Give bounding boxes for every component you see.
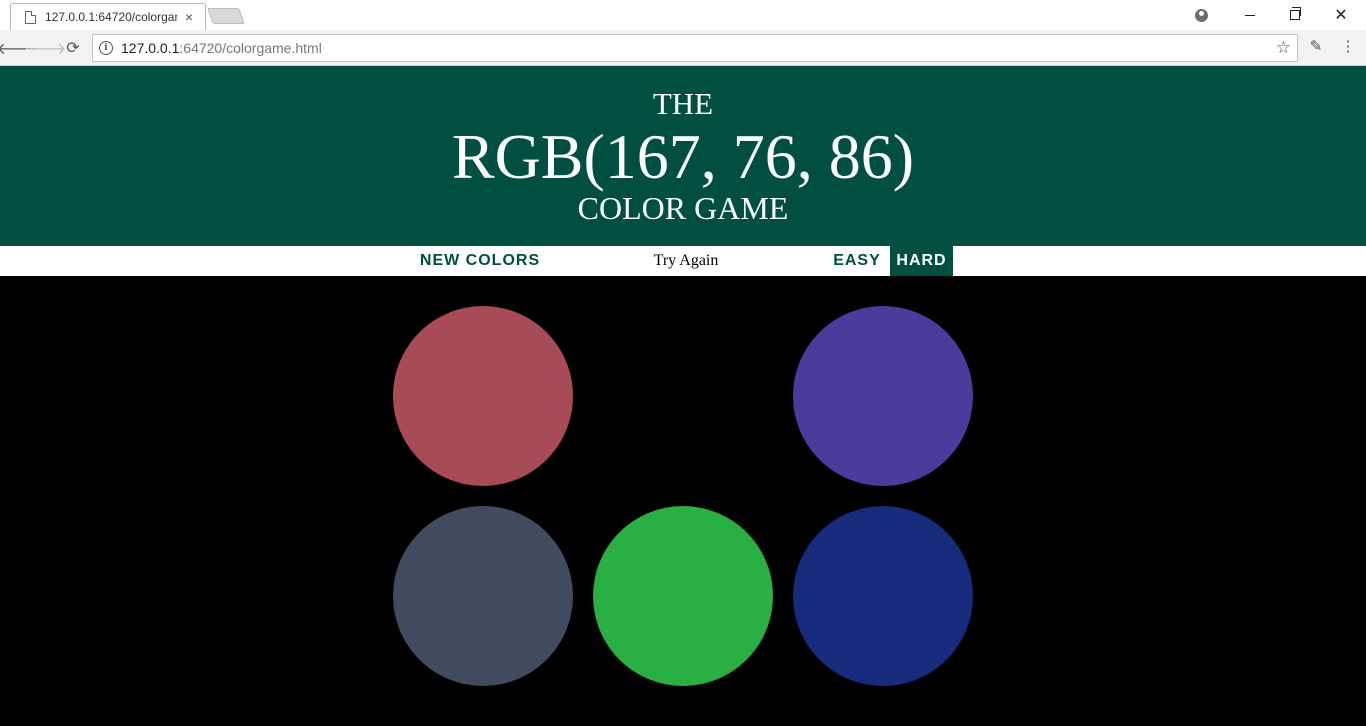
new-tab-button[interactable] <box>207 8 245 24</box>
browser-toolbar: 🡐 🡒 ⟳ i 127.0.0.1:64720/colorgame.html ☆… <box>0 30 1366 66</box>
minimize-button[interactable] <box>1236 0 1264 30</box>
easy-mode-button[interactable]: EASY <box>826 246 888 276</box>
controls-stripe: NEW COLORS Try Again EASY HARD <box>0 246 1366 276</box>
restore-button[interactable] <box>1281 0 1309 30</box>
message-text: Try Again <box>653 252 719 269</box>
color-circle[interactable] <box>593 306 773 486</box>
header-the: THE <box>652 86 714 121</box>
close-icon: ✕ <box>1334 7 1348 24</box>
url-text: 127.0.0.1:64720/colorgame.html <box>121 40 322 56</box>
site-info-icon[interactable]: i <box>99 41 113 55</box>
minimize-icon <box>1245 14 1255 16</box>
color-display: RGB(167, 76, 86) <box>451 121 915 192</box>
page-body: THE RGB(167, 76, 86) COLOR GAME NEW COLO… <box>0 66 1366 726</box>
color-circle[interactable] <box>793 506 973 686</box>
bookmark-star-icon[interactable]: ☆ <box>1276 38 1291 58</box>
close-window-button[interactable]: ✕ <box>1327 0 1355 30</box>
color-circle[interactable] <box>393 506 573 686</box>
eyedropper-extension-icon[interactable]: ✎ <box>1306 37 1326 55</box>
tab-close-icon[interactable]: × <box>185 9 193 25</box>
page-icon <box>25 10 36 24</box>
hard-mode-button[interactable]: HARD <box>890 246 953 276</box>
browser-menu-icon[interactable]: ⋮ <box>1340 37 1356 55</box>
forward-button[interactable]: 🡒 <box>24 36 67 60</box>
color-circle[interactable] <box>793 306 973 486</box>
tab-title: 127.0.0.1:64720/colorgame.html <box>45 10 177 24</box>
profile-icon <box>1194 8 1208 22</box>
browser-tab[interactable]: 127.0.0.1:64720/colorgame.html × <box>10 3 206 30</box>
url-host: 127.0.0.1 <box>121 40 180 56</box>
url-path: :64720/colorgame.html <box>179 40 322 56</box>
color-circle[interactable] <box>593 506 773 686</box>
reload-button[interactable]: ⟳ <box>61 36 85 60</box>
profile-button[interactable] <box>1186 0 1216 30</box>
color-circle[interactable] <box>393 306 573 486</box>
game-header: THE RGB(167, 76, 86) COLOR GAME <box>0 66 1366 246</box>
browser-tabstrip: 127.0.0.1:64720/colorgame.html × ✕ <box>0 0 1366 30</box>
address-bar[interactable]: i 127.0.0.1:64720/colorgame.html ☆ <box>92 34 1298 62</box>
new-colors-button[interactable]: NEW COLORS <box>412 246 548 276</box>
reload-icon: ⟳ <box>66 40 80 57</box>
header-color-game: COLOR GAME <box>577 190 789 226</box>
restore-icon <box>1290 7 1301 20</box>
